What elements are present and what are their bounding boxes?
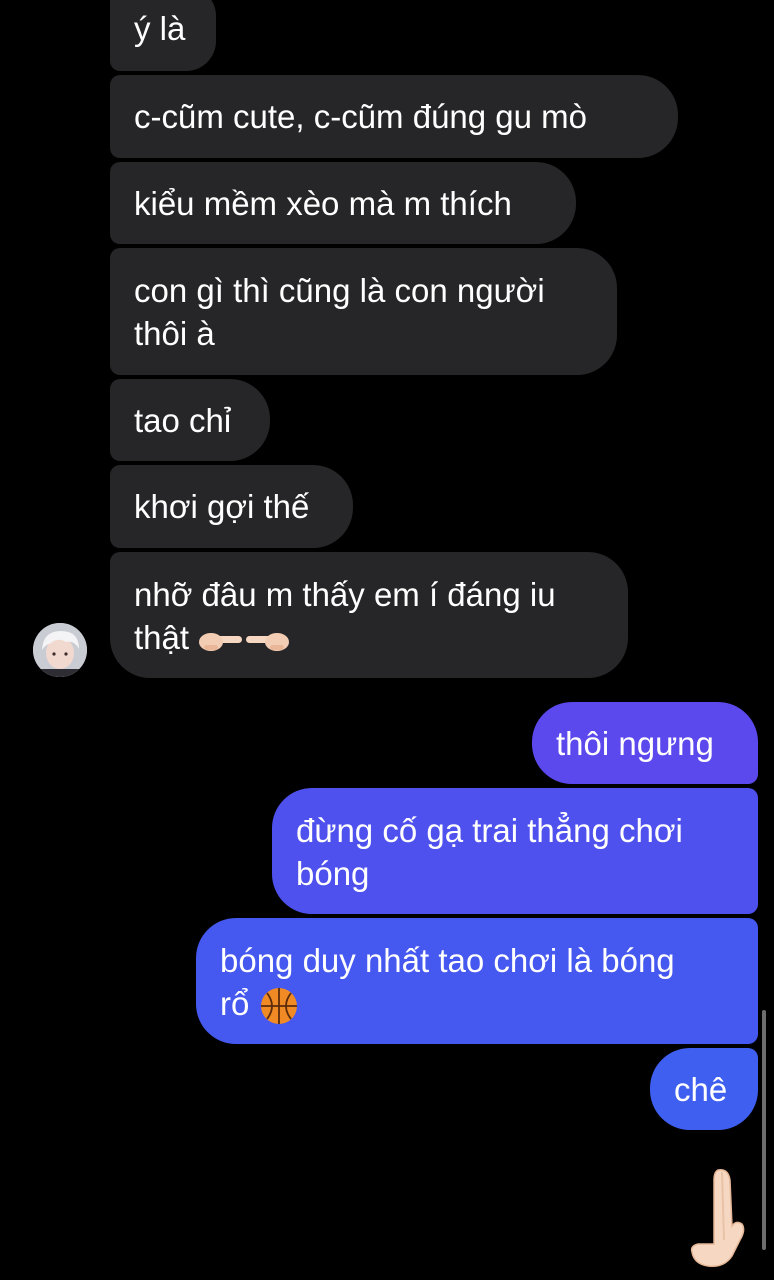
avatar-image <box>33 623 87 677</box>
message-text-line: thôi à <box>134 315 215 352</box>
incoming-message-bubble[interactable]: nhỡ đâu m thấy em í đáng iu thật <box>110 552 628 678</box>
message-text: kiểu mềm xèo mà m thích <box>134 184 512 222</box>
incoming-message-bubble[interactable]: khơi gợi thế <box>110 465 353 548</box>
message-text-line: đừng cố gạ trai thẳng chơi <box>296 812 683 849</box>
message-text-line-with-emoji: rổ <box>220 982 299 1026</box>
message-text: rổ <box>220 985 250 1022</box>
message-text: thật <box>134 619 190 656</box>
message-thread: ý là c-cũm cute, c-cũm đúng gu mò kiểu m… <box>0 0 774 1280</box>
message-text-line-with-emoji: thật <box>134 616 290 659</box>
outgoing-message-bubble[interactable]: bóng duy nhất tao chơi là bóng rổ <box>196 918 758 1044</box>
incoming-message-bubble[interactable]: ý là <box>110 0 216 71</box>
message-text-line: nhỡ đâu m thấy em í đáng iu <box>134 576 556 613</box>
incoming-message-bubble[interactable]: tao chỉ <box>110 379 270 461</box>
message-text: chê <box>674 1070 728 1108</box>
outgoing-message-bubble[interactable]: đừng cố gạ trai thẳng chơi bóng <box>272 788 758 914</box>
message-text-line: bóng duy nhất tao chơi là bóng <box>220 942 675 979</box>
incoming-message-bubble[interactable]: con gì thì cũng là con người thôi à <box>110 248 617 375</box>
contact-avatar[interactable] <box>33 623 87 677</box>
message-text-line: bóng <box>296 855 370 892</box>
message-text-line: con gì thì cũng là con người <box>134 272 545 309</box>
pointing-fingers-icon <box>199 633 290 652</box>
message-text: khơi gợi thế <box>134 488 310 525</box>
basketball-icon <box>260 988 297 1025</box>
incoming-message-bubble[interactable]: kiểu mềm xèo mà m thích <box>110 162 576 244</box>
message-text: c-cũm cute, c-cũm đúng gu mò <box>134 98 588 135</box>
outgoing-message-bubble[interactable]: chê <box>650 1048 758 1130</box>
message-text: thôi ngưng <box>556 724 714 762</box>
raised-back-of-hand-icon[interactable] <box>688 1166 752 1270</box>
message-text: tao chỉ <box>134 401 232 439</box>
incoming-message-bubble[interactable]: c-cũm cute, c-cũm đúng gu mò <box>110 75 678 158</box>
outgoing-message-bubble[interactable]: thôi ngưng <box>532 702 758 784</box>
message-text: ý là <box>134 10 186 47</box>
scrollbar[interactable] <box>762 1010 766 1250</box>
